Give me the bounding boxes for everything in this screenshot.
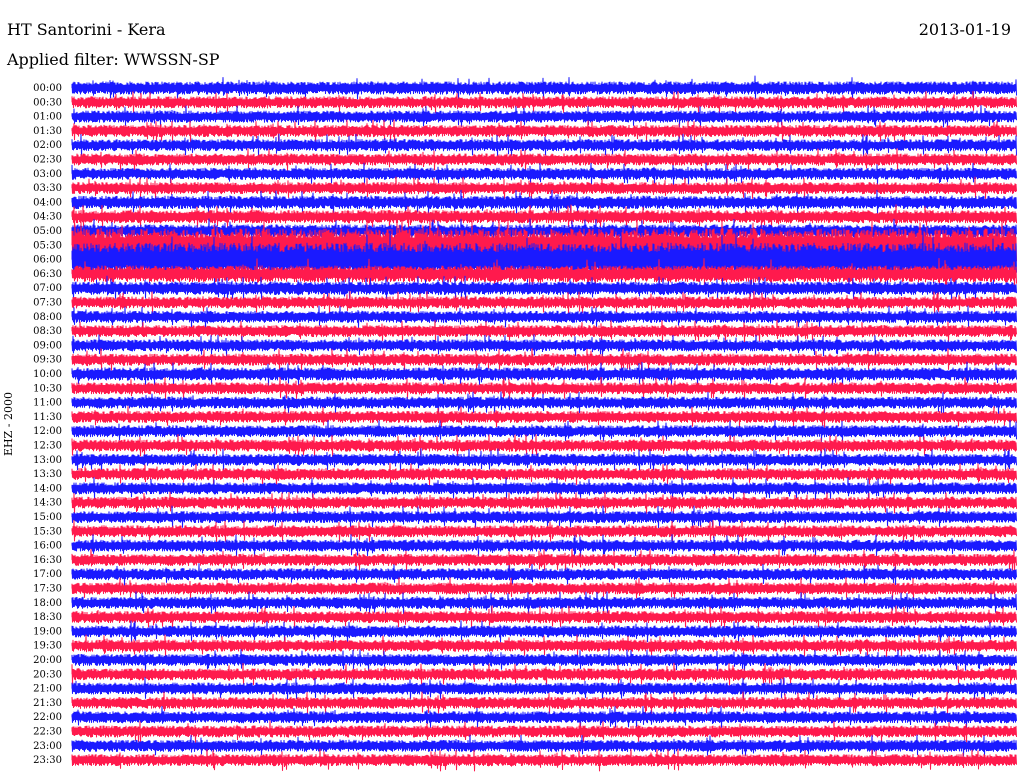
trace-row xyxy=(71,706,1017,729)
trace-row xyxy=(71,275,1017,301)
trace-row xyxy=(71,748,1017,772)
trace-row xyxy=(71,105,1017,128)
tick-label-group: 00:00 00:30 01:00 01:30 02:00 02:30 03:00 03:30… xyxy=(33,83,62,766)
trace-row xyxy=(71,720,1017,743)
row-time-label: 09:00 xyxy=(33,340,62,351)
trace-row xyxy=(71,133,1017,157)
row-time-label: 16:00 xyxy=(33,541,62,552)
row-time-label: 20:00 xyxy=(33,655,62,666)
trace-row xyxy=(71,391,1017,415)
trace-row xyxy=(71,448,1017,472)
trace-row xyxy=(71,419,1017,442)
trace-row xyxy=(71,477,1017,500)
row-time-label: 19:30 xyxy=(33,641,62,652)
trace-row xyxy=(71,148,1017,171)
trace-row xyxy=(71,333,1017,357)
row-time-label: 02:30 xyxy=(33,155,62,166)
row-time-label: 09:30 xyxy=(33,355,62,366)
trace-row xyxy=(71,591,1017,615)
trace-row xyxy=(71,634,1017,657)
row-time-label: 06:00 xyxy=(33,255,62,266)
row-time-label: 23:30 xyxy=(33,755,62,766)
helicorder-plot: 00:00 00:30 01:00 01:30 02:00 02:30 03:00 03:30… xyxy=(33,75,1017,772)
row-time-label: 21:00 xyxy=(33,684,62,695)
row-time-label: 15:00 xyxy=(33,512,62,523)
trace-row xyxy=(71,406,1017,428)
row-time-label: 10:00 xyxy=(33,369,62,380)
trace-row xyxy=(71,662,1017,686)
row-time-label: 07:30 xyxy=(33,298,62,309)
row-time-label: 07:00 xyxy=(33,283,62,294)
row-time-label: 17:00 xyxy=(33,569,62,580)
row-time-label: 23:00 xyxy=(33,741,62,752)
row-time-label: 00:30 xyxy=(33,97,62,108)
row-time-label: 18:00 xyxy=(33,598,62,609)
trace-row xyxy=(71,548,1017,572)
row-time-label: 11:30 xyxy=(33,412,62,423)
trace-row xyxy=(71,677,1017,700)
row-time-label: 20:30 xyxy=(33,669,62,680)
row-time-label: 10:30 xyxy=(33,383,62,394)
row-time-label: 08:30 xyxy=(33,326,62,337)
trace-row xyxy=(71,305,1017,329)
row-time-label: 02:00 xyxy=(33,140,62,151)
trace-row xyxy=(71,162,1017,185)
row-time-label: 16:30 xyxy=(33,555,62,566)
row-time-label: 15:30 xyxy=(33,526,62,537)
trace-row xyxy=(71,434,1017,457)
row-time-label: 03:30 xyxy=(33,183,62,194)
trace-row xyxy=(71,577,1017,600)
row-time-label: 00:00 xyxy=(33,83,62,94)
trace-row xyxy=(71,505,1017,529)
row-time-label: 17:30 xyxy=(33,584,62,595)
row-time-label: 19:00 xyxy=(33,626,62,637)
row-time-label: 01:00 xyxy=(33,112,62,123)
row-time-label: 22:30 xyxy=(33,727,62,738)
row-time-label: 05:30 xyxy=(33,240,62,251)
trace-row xyxy=(71,519,1017,543)
row-time-label: 06:30 xyxy=(33,269,62,280)
row-time-label: 18:30 xyxy=(33,612,62,623)
trace-row xyxy=(71,361,1017,387)
row-time-label: 13:30 xyxy=(33,469,62,480)
trace-group xyxy=(71,75,1017,772)
trace-row xyxy=(71,691,1017,715)
row-time-label: 11:00 xyxy=(33,398,62,409)
row-time-label: 12:00 xyxy=(33,426,62,437)
row-time-label: 04:30 xyxy=(33,212,62,223)
row-time-label: 08:00 xyxy=(33,312,62,323)
row-time-label: 14:00 xyxy=(33,483,62,494)
row-time-label: 03:00 xyxy=(33,169,62,180)
row-time-label: 12:30 xyxy=(33,441,62,452)
row-time-label: 14:30 xyxy=(33,498,62,509)
row-time-label: 01:30 xyxy=(33,126,62,137)
row-time-label: 21:30 xyxy=(33,698,62,709)
row-time-label: 04:00 xyxy=(33,197,62,208)
trace-row xyxy=(71,491,1017,514)
trace-row xyxy=(71,176,1017,200)
row-time-label: 05:00 xyxy=(33,226,62,237)
row-time-label: 22:00 xyxy=(33,712,62,723)
row-time-label: 13:00 xyxy=(33,455,62,466)
